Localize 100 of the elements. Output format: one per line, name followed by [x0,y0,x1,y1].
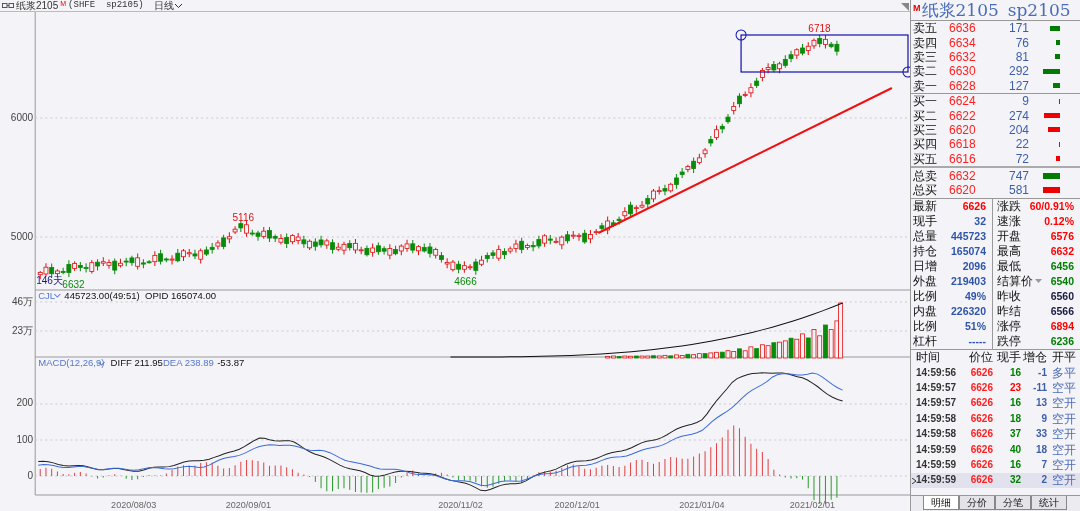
total-price: 6632 [949,169,977,182]
stat-value: 219403 [950,276,986,287]
trade-time: 14:59:57 [916,398,957,409]
trade-time: 14:59:59 [916,475,957,486]
x-axis-label: 2020/11/02 [438,500,483,510]
trade-row[interactable]: 14:59:56 6626 16 -1 多平 [911,364,1080,381]
order-level-label: 买三 [912,123,938,136]
trade-time: 14:59:59 [916,444,957,455]
x-axis-label: 2020/09/01 [225,500,271,510]
order-price: 6636 [949,22,977,35]
stat-value: 445723 [950,231,986,242]
stat-value: 49% [965,291,986,302]
total-label: 总卖 [912,169,938,182]
price-annotation: 6632 [62,279,85,290]
trade-row[interactable]: 14:59:57 6626 16 13 空开 [911,395,1080,412]
order-level-label: 卖一 [912,79,938,92]
price-annotation: 146天 [36,275,63,286]
trade-hand: 37 [1008,429,1021,440]
column-header: 价位 [968,351,993,364]
panel-tab[interactable]: 明细 [923,496,959,510]
trade-change: 2 [1040,475,1047,486]
total-volume: 747 [1007,169,1029,182]
order-price: 6632 [949,50,977,63]
order-level-label: 买四 [912,138,938,151]
panel-tab[interactable]: 分笔 [995,496,1031,510]
stat-value: 6894 [1050,321,1074,332]
column-header: 增仓 [1022,351,1047,364]
y-axis-label: 6000 [10,112,34,123]
stat-label: 速涨 [997,215,1021,228]
total-volume: 581 [1007,183,1029,196]
order-price: 6618 [949,138,977,151]
stat-label: 开盘 [997,230,1021,243]
indicator-selector[interactable]: CJL [38,290,56,301]
trade-row[interactable]: 14:59:58 6626 37 33 空开 [911,426,1080,442]
stat-value: 6236 [1050,336,1074,347]
price-annotation: 5116 [232,212,255,223]
diff-readout: DIFF 211.95 [110,357,163,368]
order-volume: 76 [1014,36,1029,49]
stat-label: 日增 [912,260,937,273]
trade-change: -11 [1032,383,1047,393]
total-price: 6620 [949,183,977,196]
trade-hand: 16 [1008,367,1021,378]
trade-row[interactable]: 14:59:59 6626 40 18 空开 [911,441,1080,458]
stat-label: 比例 [912,290,937,303]
stat-value: 6566 [1050,306,1074,317]
trade-row[interactable]: 14:59:57 6626 23 -11 空平 [911,380,1080,396]
trade-row[interactable]: 14:59:59 6626 16 7 空开 [911,457,1080,473]
trade-hand: 40 [1008,444,1021,455]
trade-row[interactable]: 14:59:58 6626 18 9 空开 [911,411,1080,427]
order-volume: 81 [1014,50,1029,63]
period-selector[interactable]: 日线 [153,0,182,11]
order-level-label: 卖五 [912,22,938,35]
order-price: 6630 [949,65,977,78]
column-header: 时间 [915,351,941,364]
trade-change: 9 [1040,413,1047,424]
y-axis-label: 46万 [12,296,34,307]
trade-type: 空开 [1050,397,1077,410]
trade-price: 6626 [969,413,993,424]
stat-value: 165074 [950,246,986,257]
exchange-code: (SHFE sp2105) [68,1,144,10]
order-level-label: 卖四 [912,36,938,49]
trade-type: 空平 [1050,382,1077,394]
y-axis-label: 100 [16,434,34,445]
trade-type: 空开 [1050,458,1077,471]
stat-value: 6626 [962,201,986,212]
contract-name: 纸浆2105 [921,1,999,19]
trade-row[interactable]: 14:59:59 6626 32 2 空开 [911,472,1080,489]
panel-tab[interactable]: 统计 [1031,496,1067,510]
order-level-label: 买五 [912,152,938,165]
order-level-label: 买二 [912,109,938,122]
trade-price: 6626 [969,367,993,378]
trade-hand: 18 [1008,413,1021,424]
indicator-selector[interactable]: MACD(12,26,9) [38,357,105,368]
order-volume: 127 [1007,79,1029,92]
order-level-label: 卖二 [912,65,938,78]
stat-label: 最高 [997,245,1021,258]
order-volume: 171 [1007,22,1029,35]
macd-readout: -53.87 [217,357,245,368]
stat-value: 6540 [1050,276,1074,287]
panel-tab[interactable]: 分价 [959,496,995,510]
order-price: 6616 [949,152,977,165]
stat-label: 最新 [912,200,937,213]
column-header: 现手 [996,351,1021,364]
stat-label: 昨结 [997,305,1021,318]
stat-value: ----- [968,336,986,347]
price-annotation: 6718 [808,23,831,34]
trade-type: 空开 [1050,474,1077,487]
order-volume: 9 [1021,95,1029,108]
stat-value: 2096 [962,261,986,272]
y-axis-label: 23万 [12,325,34,336]
stat-value: 6560 [1050,291,1074,302]
trade-hand: 23 [1008,383,1021,393]
stat-label: 外盘 [912,275,937,288]
x-axis-label: 2021/02/01 [789,500,836,510]
trade-price: 6626 [969,429,993,440]
y-axis-label: 5000 [10,231,34,242]
x-axis-label: 2020/08/03 [111,500,157,510]
trade-time: 14:59:59 [916,459,957,470]
trade-change: 7 [1040,459,1047,470]
trade-time: 14:59:58 [916,413,957,424]
